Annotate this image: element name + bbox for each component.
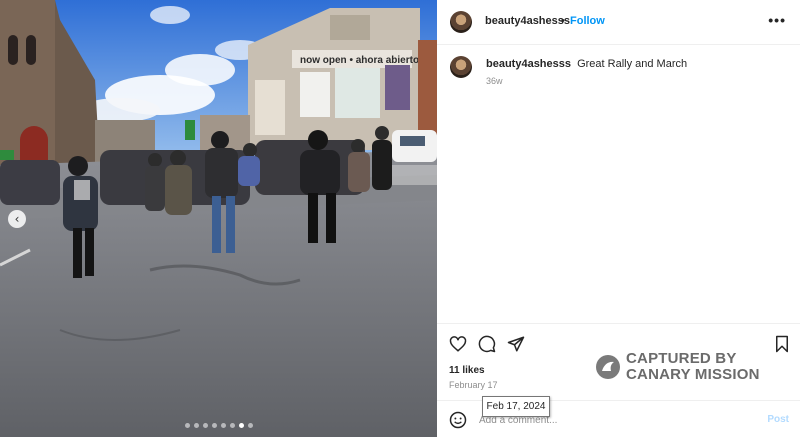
caption-avatar[interactable] (450, 56, 472, 78)
slide-indicators (0, 423, 437, 428)
date-tooltip: Feb 17, 2024 (482, 396, 550, 417)
post-comment-button[interactable]: Post (767, 414, 789, 425)
canary-mission-logo-icon (596, 355, 620, 379)
slide-dot (229, 423, 235, 428)
emoji-icon[interactable] (449, 411, 467, 429)
separator-dot: • (561, 15, 565, 27)
avatar[interactable] (450, 11, 472, 33)
watermark-text: CAPTURED BY CANARY MISSION (626, 350, 760, 383)
likes-count[interactable]: 11 likes (449, 365, 485, 376)
slide-dot (220, 423, 226, 428)
follow-button[interactable]: Follow (570, 15, 605, 27)
more-icon[interactable]: ••• (768, 12, 786, 28)
post-details-panel: beauty4ashesss • Follow ••• beauty4ashes… (437, 0, 800, 437)
caption-timestamp[interactable]: 36w (486, 76, 503, 86)
caption-username[interactable]: beauty4ashesss (486, 58, 571, 70)
slide-dot (184, 423, 190, 428)
chevron-left-icon[interactable]: ‹ (8, 210, 26, 228)
post-photo[interactable]: now open • ahora abierto ‹ (0, 0, 437, 437)
slide-dot (211, 423, 217, 428)
slide-dot (193, 423, 199, 428)
street-scene-image: now open • ahora abierto (0, 0, 437, 437)
slide-dot (247, 423, 253, 428)
slide-dot (238, 423, 244, 428)
username-link[interactable]: beauty4ashesss (485, 15, 570, 27)
share-icon[interactable] (507, 335, 525, 353)
slide-dot (202, 423, 208, 428)
post-header: beauty4ashesss • Follow ••• (437, 0, 800, 45)
comment-icon[interactable] (478, 335, 496, 353)
heart-icon[interactable] (449, 335, 467, 353)
caption-text: Great Rally and March (577, 58, 688, 70)
post-date[interactable]: February 17 (449, 380, 498, 390)
store-sign-text: now open • ahora abierto (300, 55, 419, 66)
